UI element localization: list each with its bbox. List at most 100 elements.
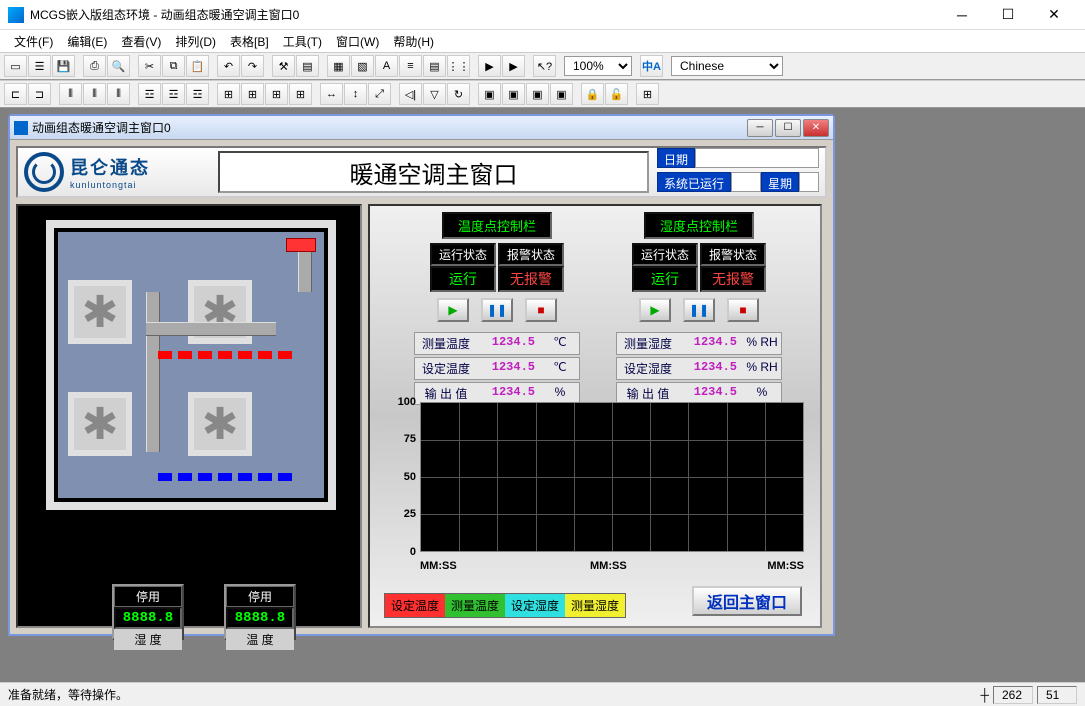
tb-pointer-icon[interactable]: ↖? xyxy=(533,55,556,77)
align10-icon[interactable]: ⊞ xyxy=(241,83,264,105)
pause-button[interactable]: ❚❚ xyxy=(683,298,715,322)
play-button[interactable]: ▶ xyxy=(639,298,671,322)
tb-prop5-icon[interactable]: ▤ xyxy=(423,55,446,77)
crosshair-icon: ┼ xyxy=(980,688,989,702)
align1-icon[interactable]: ⊏ xyxy=(4,83,27,105)
menu-arrange[interactable]: 排列(D) xyxy=(169,31,222,52)
inner-minimize-button[interactable]: ─ xyxy=(747,119,773,137)
week-field[interactable] xyxy=(799,172,819,192)
minimize-button[interactable]: ─ xyxy=(939,0,985,30)
gauge-name: 温 度 xyxy=(226,629,294,650)
tb-redo-icon[interactable]: ↷ xyxy=(241,55,264,77)
gauge-status: 停用 xyxy=(226,586,294,607)
gauge-status: 停用 xyxy=(114,586,182,607)
language-select[interactable]: Chinese xyxy=(671,56,783,76)
tb-paste-icon[interactable]: 📋 xyxy=(186,55,209,77)
inner-maximize-button[interactable]: ☐ xyxy=(775,119,801,137)
order1-icon[interactable]: ▣ xyxy=(478,83,501,105)
align7-icon[interactable]: ☲ xyxy=(162,83,185,105)
tb-cut-icon[interactable]: ✂ xyxy=(138,55,161,77)
x-tick: MM:SS xyxy=(590,560,627,572)
menu-window[interactable]: 窗口(W) xyxy=(330,31,385,52)
tb-undo-icon[interactable]: ↶ xyxy=(217,55,240,77)
menu-view[interactable]: 查看(V) xyxy=(115,31,167,52)
runtime-label: 系统已运行 xyxy=(657,172,731,192)
gauge-value: 8888.8 xyxy=(226,607,294,629)
week-label: 星期 xyxy=(761,172,799,192)
fan-icon xyxy=(68,392,132,456)
date-label: 日期 xyxy=(657,148,695,168)
order4-icon[interactable]: ▣ xyxy=(550,83,573,105)
tb-hammer-icon[interactable]: ⚒ xyxy=(272,55,295,77)
tb-open-icon[interactable]: ☰ xyxy=(28,55,51,77)
align9-icon[interactable]: ⊞ xyxy=(217,83,240,105)
align3-icon[interactable]: ⫴ xyxy=(59,83,82,105)
flip2-icon[interactable]: ▽ xyxy=(423,83,446,105)
tb-grid-icon[interactable]: ⋮⋮ xyxy=(447,55,470,77)
app-title: MCGS嵌入版组态环境 - 动画组态暖通空调主窗口0 xyxy=(30,6,939,23)
tb-prop3-icon[interactable]: A xyxy=(375,55,398,77)
data-row: 测量温度1234.5℃ xyxy=(414,332,580,355)
toolbar-2: ⊏ ⊐ ⫴ ⫴ ⫴ ☲ ☲ ☲ ⊞ ⊞ ⊞ ⊞ ↔ ↕ ⤢ ◁| ▽ ↻ ▣ ▣… xyxy=(0,80,1085,108)
size2-icon[interactable]: ↕ xyxy=(344,83,367,105)
order3-icon[interactable]: ▣ xyxy=(526,83,549,105)
tb-prop2-icon[interactable]: ▧ xyxy=(351,55,374,77)
alarm-status-label: 报警状态 xyxy=(700,243,766,266)
runtime-field[interactable] xyxy=(731,172,761,192)
pause-button[interactable]: ❚❚ xyxy=(481,298,513,322)
run-status-value: 运行 xyxy=(430,266,496,292)
align4-icon[interactable]: ⫴ xyxy=(83,83,106,105)
tb-prop1-icon[interactable]: ▦ xyxy=(327,55,350,77)
menu-file[interactable]: 文件(F) xyxy=(8,31,59,52)
alarm-status-label: 报警状态 xyxy=(498,243,564,266)
zoom-select[interactable]: 100% xyxy=(564,56,632,76)
order2-icon[interactable]: ▣ xyxy=(502,83,525,105)
alarm-status-value: 无报警 xyxy=(498,266,564,292)
menu-table[interactable]: 表格[B] xyxy=(224,31,275,52)
tb-run1-icon[interactable]: ▶ xyxy=(478,55,501,77)
return-main-button[interactable]: 返回主窗口 xyxy=(692,586,802,616)
align12-icon[interactable]: ⊞ xyxy=(289,83,312,105)
tb-copy-icon[interactable]: ⧉ xyxy=(162,55,185,77)
lock-icon[interactable]: 🔒 xyxy=(581,83,604,105)
humidity-gauge: 停用 8888.8 湿 度 xyxy=(112,584,184,640)
tb-new-icon[interactable]: ▭ xyxy=(4,55,27,77)
tb-print-icon[interactable]: ⎙ xyxy=(83,55,106,77)
inner-close-button[interactable]: ✕ xyxy=(803,119,829,137)
tb-run2-icon[interactable]: ▶ xyxy=(502,55,525,77)
alarm-status-value: 无报警 xyxy=(700,266,766,292)
gauge-name: 湿 度 xyxy=(114,629,182,650)
tb-stack-icon[interactable]: ▤ xyxy=(296,55,319,77)
fan-icon xyxy=(68,280,132,344)
align6-icon[interactable]: ☲ xyxy=(138,83,161,105)
menubar: 文件(F) 编辑(E) 查看(V) 排列(D) 表格[B] 工具(T) 窗口(W… xyxy=(0,30,1085,52)
play-button[interactable]: ▶ xyxy=(437,298,469,322)
size1-icon[interactable]: ↔ xyxy=(320,83,343,105)
menu-help[interactable]: 帮助(H) xyxy=(387,31,440,52)
tb-lang-icon[interactable]: 中A xyxy=(640,55,663,77)
date-field[interactable] xyxy=(695,148,819,168)
align5-icon[interactable]: ⫴ xyxy=(107,83,130,105)
stop-button[interactable]: ■ xyxy=(525,298,557,322)
size3-icon[interactable]: ⤢ xyxy=(368,83,391,105)
inner-titlebar: 动画组态暖通空调主窗口0 ─ ☐ ✕ xyxy=(10,116,833,140)
y-tick: 50 xyxy=(380,471,416,483)
align8-icon[interactable]: ☲ xyxy=(186,83,209,105)
run-status-label: 运行状态 xyxy=(430,243,496,266)
align11-icon[interactable]: ⊞ xyxy=(265,83,288,105)
tb-preview-icon[interactable]: 🔍 xyxy=(107,55,130,77)
tb-save-icon[interactable]: 💾 xyxy=(52,55,75,77)
menu-edit[interactable]: 编辑(E) xyxy=(61,31,113,52)
maximize-button[interactable]: ☐ xyxy=(985,0,1031,30)
stop-button[interactable]: ■ xyxy=(727,298,759,322)
rotate-icon[interactable]: ↻ xyxy=(447,83,470,105)
logo-cn: 昆仑通态 xyxy=(70,154,150,180)
align2-icon[interactable]: ⊐ xyxy=(28,83,51,105)
flip1-icon[interactable]: ◁| xyxy=(399,83,422,105)
grid-toggle-icon[interactable]: ⊞ xyxy=(636,83,659,105)
statusbar: 准备就绪，等待操作。 ┼ 262 51 xyxy=(0,682,1085,706)
close-button[interactable]: ✕ xyxy=(1031,0,1077,30)
unlock-icon[interactable]: 🔓 xyxy=(605,83,628,105)
tb-prop4-icon[interactable]: ≡ xyxy=(399,55,422,77)
menu-tools[interactable]: 工具(T) xyxy=(277,31,328,52)
